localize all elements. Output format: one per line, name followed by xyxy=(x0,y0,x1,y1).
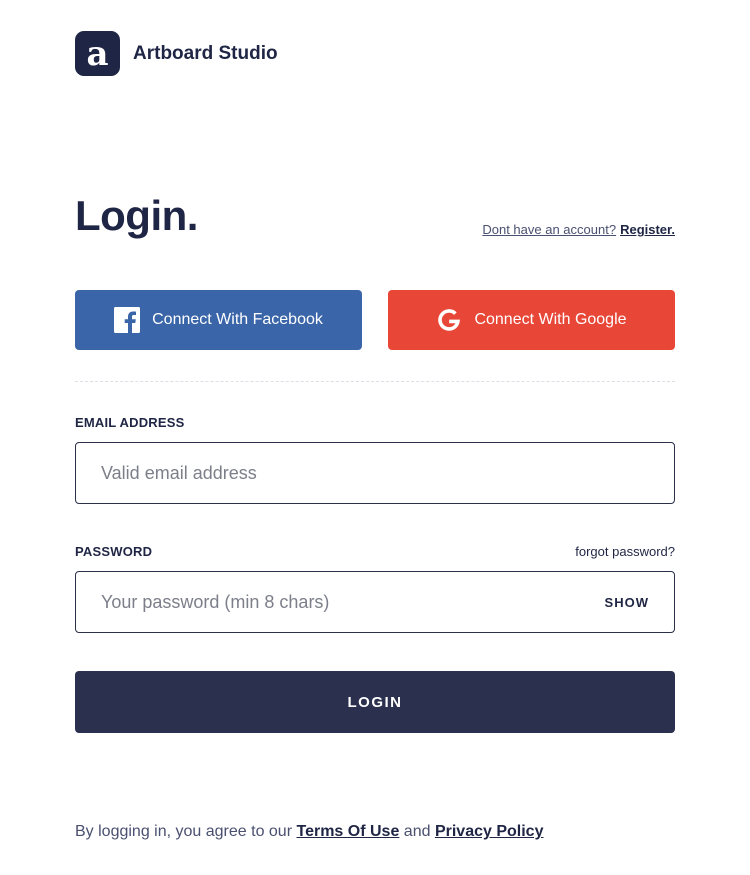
password-field-box: SHOW xyxy=(75,571,675,633)
legal-notice: By logging in, you agree to our Terms Of… xyxy=(75,823,543,841)
login-page: a Artboard Studio Login. Dont have an ac… xyxy=(0,0,750,875)
legal-prefix: By logging in, you agree to our xyxy=(75,823,293,840)
email-label: EMAIL ADDRESS xyxy=(75,415,185,430)
google-icon xyxy=(438,309,461,331)
forgot-password-link[interactable]: forgot password? xyxy=(575,544,675,559)
show-password-toggle[interactable]: SHOW xyxy=(605,595,649,610)
facebook-icon xyxy=(114,307,141,333)
register-prompt: Dont have an account? Register. xyxy=(482,222,675,237)
connect-google-button[interactable]: Connect With Google xyxy=(388,290,675,350)
brand[interactable]: a Artboard Studio xyxy=(75,31,278,76)
divider xyxy=(75,381,675,382)
brand-logo-letter: a xyxy=(86,33,109,74)
connect-facebook-button[interactable]: Connect With Facebook xyxy=(75,290,362,350)
password-label: PASSWORD xyxy=(75,544,153,559)
email-field-box xyxy=(75,442,675,504)
privacy-link[interactable]: Privacy Policy xyxy=(435,823,544,840)
page-title: Login. xyxy=(75,192,198,239)
login-button[interactable]: LOGIN xyxy=(75,671,675,733)
brand-logo: a xyxy=(75,31,120,76)
legal-conjunction: and xyxy=(403,823,431,840)
email-input[interactable] xyxy=(76,443,674,503)
register-question[interactable]: Dont have an account? xyxy=(482,222,616,237)
terms-link[interactable]: Terms Of Use xyxy=(296,823,399,840)
password-input[interactable] xyxy=(76,572,605,632)
brand-name: Artboard Studio xyxy=(133,42,278,64)
register-link[interactable]: Register. xyxy=(620,222,675,237)
connect-facebook-label: Connect With Facebook xyxy=(152,311,323,328)
connect-google-label: Connect With Google xyxy=(474,311,627,328)
